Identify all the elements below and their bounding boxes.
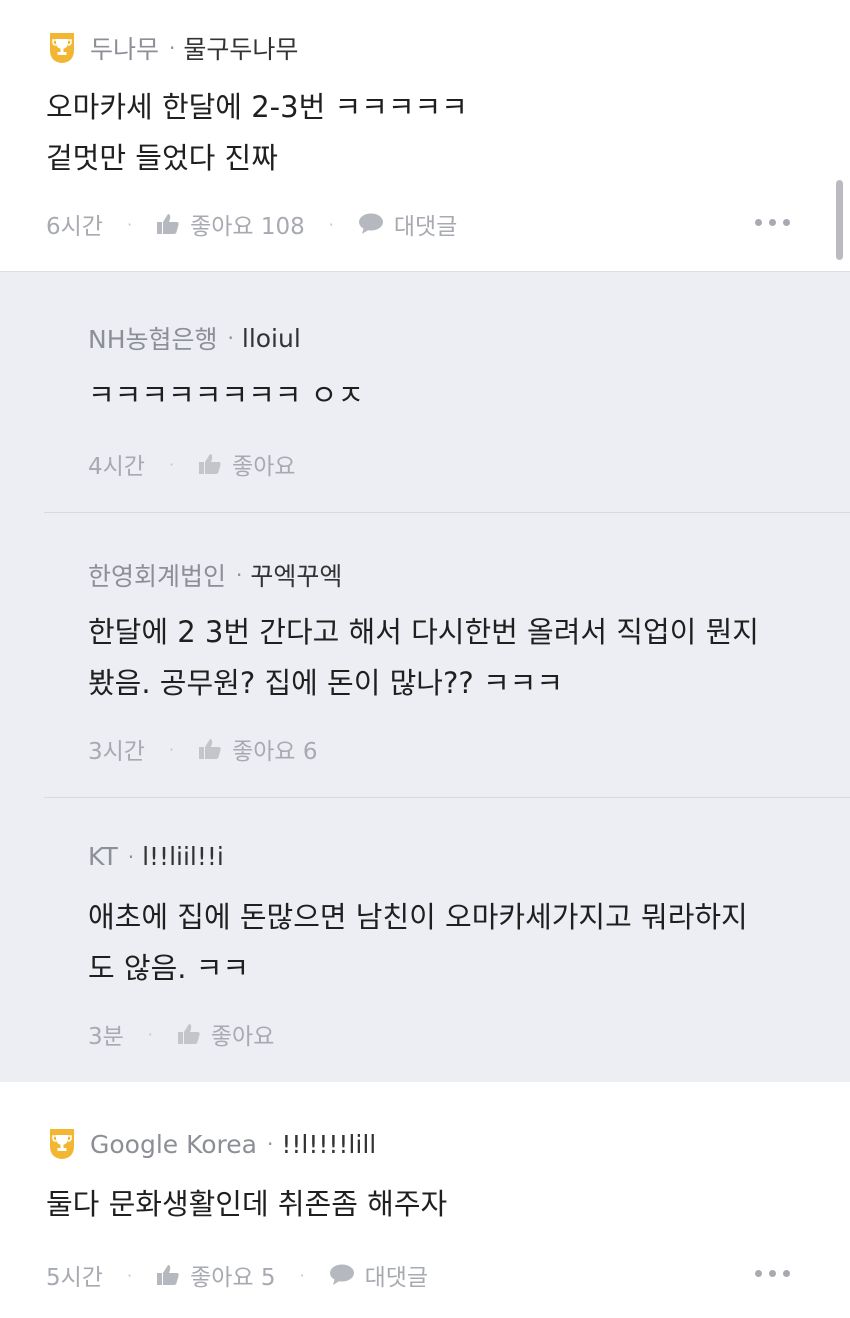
- reply-button[interactable]: 대댓글: [358, 207, 457, 241]
- nickname: 꾸엑꾸엑: [250, 562, 343, 591]
- reply-line: ㅋㅋㅋㅋㅋㅋㅋㅋ ㅇㅈ: [88, 378, 365, 412]
- separator-dot: ·: [169, 36, 176, 60]
- nickname: 물구두나무: [183, 35, 299, 64]
- timestamp: 3시간: [88, 739, 145, 765]
- company-name: 한영회계법인: [88, 562, 227, 591]
- comment-body: 오마카세 한달에 2-3번 ㅋㅋㅋㅋㅋ 겉멋만 들었다 진짜: [46, 82, 468, 184]
- like-button[interactable]: 좋아요 108: [156, 207, 305, 241]
- timestamp: 4시간: [88, 454, 145, 480]
- nickname: lloiul: [241, 323, 301, 353]
- like-label: 좋아요 108: [190, 214, 305, 240]
- reply-author[interactable]: 한영회계법인 · 꾸엑꾸엑: [88, 557, 342, 593]
- thumbs-up-icon: [156, 1264, 180, 1286]
- reply-body: 애초에 집에 돈많으면 남친이 오마카세가지고 뭐라하지 도 않음. ㅋㅋ: [88, 892, 748, 994]
- reply-line: 봤음. 공무원? 집에 돈이 많나?? ㅋㅋㅋ: [88, 666, 564, 700]
- speech-bubble-icon: [358, 213, 384, 235]
- reply-meta: 4시간 · 좋아요: [88, 447, 296, 481]
- nickname: l!!liil!!i: [142, 842, 224, 871]
- thumbs-up-icon: [198, 738, 222, 760]
- reply-label: 대댓글: [393, 214, 458, 240]
- separator-dot: ·: [266, 1132, 274, 1156]
- trophy-icon: [50, 33, 74, 63]
- timestamp: 5시간: [46, 1265, 103, 1291]
- reply-button[interactable]: 대댓글: [329, 1258, 428, 1292]
- company-name: KT: [88, 842, 118, 871]
- like-label: 좋아요: [232, 454, 296, 480]
- more-options-icon[interactable]: [755, 1270, 790, 1277]
- separator-dot: ·: [328, 214, 334, 234]
- more-options-icon[interactable]: [755, 219, 790, 226]
- nickname: !!l!!!!lill: [281, 1129, 377, 1159]
- reply-meta: 3시간 · 좋아요 6: [88, 732, 318, 766]
- like-label: 좋아요 5: [190, 1265, 276, 1291]
- comment-author[interactable]: Google Korea · !!l!!!!lill: [48, 1128, 376, 1160]
- separator-dot: ·: [168, 454, 175, 474]
- comment-item: Google Korea · !!l!!!!lill 둘다 문화생활인데 취존좀…: [0, 1083, 850, 1318]
- reply-meta: 3분 · 좋아요: [88, 1017, 274, 1051]
- like-label: 좋아요: [210, 1024, 275, 1050]
- trophy-icon: [50, 1129, 74, 1159]
- company-name: Google Korea: [90, 1129, 257, 1159]
- separator-dot: ·: [147, 1024, 153, 1044]
- company-name: 두나무: [90, 35, 160, 64]
- like-button[interactable]: 좋아요: [177, 1017, 274, 1051]
- separator-dot: ·: [168, 739, 175, 759]
- divider: [44, 797, 850, 798]
- separator-dot: ·: [126, 1265, 133, 1285]
- separator-dot: ·: [236, 563, 243, 587]
- reply-line: 한달에 2 3번 간다고 해서 다시한번 올려서 직업이 뭔지: [88, 615, 759, 649]
- reply-body: 한달에 2 3번 간다고 해서 다시한번 올려서 직업이 뭔지 봤음. 공무원?…: [88, 607, 759, 709]
- comment-author[interactable]: 두나무 · 물구두나무: [48, 30, 298, 66]
- separator-dot: ·: [127, 844, 135, 869]
- separator-dot: ·: [299, 1265, 305, 1285]
- separator-dot: ·: [126, 214, 133, 234]
- comment-line: 오마카세 한달에 2-3번 ㅋㅋㅋㅋㅋ: [46, 90, 468, 124]
- reply-thread: NH농협은행 · lloiul ㅋㅋㅋㅋㅋㅋㅋㅋ ㅇㅈ 4시간 · 좋아요 한영…: [0, 272, 850, 1082]
- divider: [44, 512, 850, 513]
- scrollbar[interactable]: [836, 180, 843, 260]
- like-label: 좋아요 6: [232, 739, 318, 765]
- comment-body: 둘다 문화생활인데 취존좀 해주자: [46, 1179, 447, 1230]
- comment-meta: 6시간 · 좋아요 108 · 대댓글: [46, 207, 457, 241]
- comment-line: 겉멋만 들었다 진짜: [46, 141, 278, 175]
- speech-bubble-icon: [329, 1264, 355, 1286]
- thumbs-up-icon: [156, 213, 180, 235]
- reply-line: 애초에 집에 돈많으면 남친이 오마카세가지고 뭐라하지: [88, 900, 748, 934]
- like-button[interactable]: 좋아요 6: [198, 732, 318, 766]
- comment-meta: 5시간 · 좋아요 5 · 대댓글: [46, 1258, 428, 1292]
- reply-body: ㅋㅋㅋㅋㅋㅋㅋㅋ ㅇㅈ: [88, 370, 364, 421]
- reply-label: 대댓글: [364, 1265, 429, 1291]
- like-button[interactable]: 좋아요 5: [156, 1258, 276, 1292]
- separator-dot: ·: [227, 326, 234, 350]
- timestamp: 3분: [88, 1024, 124, 1050]
- comment-item: 두나무 · 물구두나무 오마카세 한달에 2-3번 ㅋㅋㅋㅋㅋ 겉멋만 들었다 …: [0, 0, 850, 272]
- thumbs-up-icon: [198, 453, 222, 475]
- timestamp: 6시간: [46, 214, 103, 240]
- company-name: NH농협은행: [88, 325, 218, 354]
- comment-line: 둘다 문화생활인데 취존좀 해주자: [46, 1187, 448, 1221]
- thumbs-up-icon: [177, 1023, 201, 1045]
- reply-author[interactable]: KT · l!!liil!!i: [88, 842, 224, 871]
- reply-line: 도 않음. ㅋㅋ: [88, 951, 250, 985]
- like-button[interactable]: 좋아요: [198, 447, 296, 481]
- reply-author[interactable]: NH농협은행 · lloiul: [88, 320, 301, 356]
